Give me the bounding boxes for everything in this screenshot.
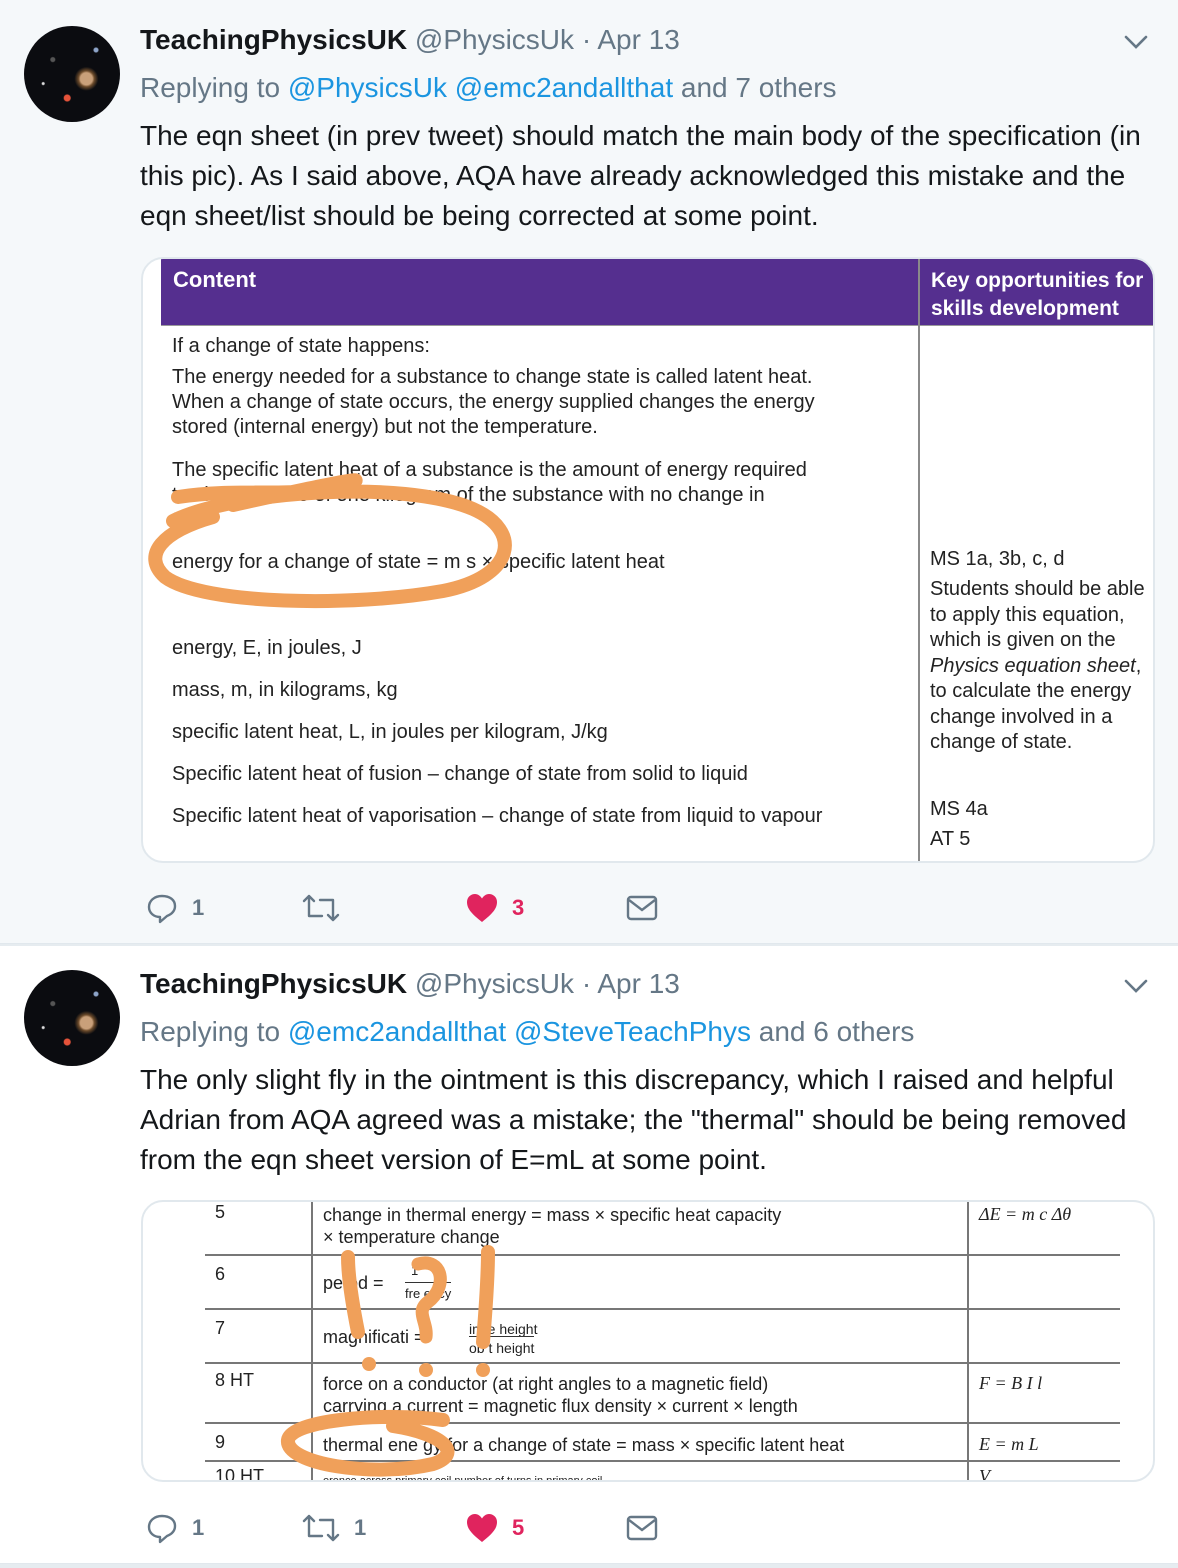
spec-line: mass, m, in kilograms, kg	[172, 679, 398, 701]
row-number: 8 HT	[215, 1370, 255, 1390]
author-handle[interactable]: @PhysicsUk	[415, 24, 574, 55]
fraction-bottom: fre ency	[405, 1282, 452, 1305]
spec-table-header: Content Key opportunities for skills dev…	[161, 259, 1153, 325]
tweet-actions: 1 3	[140, 888, 700, 928]
reply-icon	[147, 1514, 177, 1544]
tweet-date[interactable]: · Apr 13	[582, 968, 680, 999]
row-number: 10 HT	[215, 1466, 265, 1482]
avatar[interactable]	[24, 970, 120, 1066]
skills-text: MS 4a	[930, 798, 988, 820]
author-name[interactable]: TeachingPhysicsUK	[140, 968, 407, 999]
row-number: 7	[215, 1318, 226, 1338]
retweet-button[interactable]: 1	[302, 1508, 366, 1548]
reply-icon	[147, 894, 177, 924]
tweet-image[interactable]: Content Key opportunities for skills dev…	[141, 257, 1155, 863]
envelope-icon	[626, 1515, 658, 1541]
equation-text: carrying a current = magnetic flux densi…	[323, 1396, 798, 1416]
avatar[interactable]	[24, 26, 120, 122]
replying-to: Replying to @emc2andallthat @SteveTeachP…	[140, 1016, 915, 1047]
equation-text: × temperature change	[323, 1227, 500, 1247]
mention-links[interactable]: @emc2andallthat @SteveTeachPhys	[288, 1016, 751, 1047]
spec-line: specific latent heat, L, in joules per k…	[172, 721, 608, 743]
fraction-bottom: ob t height	[469, 1336, 535, 1359]
equation-text: magnificati =	[323, 1327, 425, 1347]
equation-text: force on a conductor (at right angles to…	[323, 1374, 769, 1394]
equation-formula: V	[979, 1466, 990, 1482]
spec-line: to cha the state of one kilogram of the …	[172, 484, 765, 506]
tweet-2[interactable]: TeachingPhysicsUK @PhysicsUk · Apr 13 Re…	[0, 946, 1178, 1564]
row-number: 6	[215, 1264, 226, 1284]
fraction-top: 1	[411, 1263, 419, 1278]
equation-text: erence across primary coil number of tur…	[323, 1475, 603, 1482]
envelope-icon	[626, 895, 658, 921]
chevron-down-icon[interactable]	[1122, 28, 1150, 56]
spec-line: The specific latent heat of a substance …	[172, 459, 807, 481]
retweet-button[interactable]	[302, 888, 354, 928]
tweet-actions: 1 1 5	[140, 1508, 700, 1548]
chevron-down-icon[interactable]	[1122, 972, 1150, 1000]
row-number: 9	[215, 1432, 226, 1452]
equation-formula: E = m L	[979, 1434, 1039, 1454]
tweet-image[interactable]: 5 change in thermal energy = mass × spec…	[141, 1200, 1155, 1482]
reply-button[interactable]: 1	[146, 1508, 204, 1548]
like-button[interactable]: 3	[466, 888, 524, 928]
tweet-date[interactable]: · Apr 13	[582, 24, 680, 55]
mention-links[interactable]: @PhysicsUk @emc2andallthat	[288, 72, 673, 103]
skills-text: MS 1a, 3b, c, d	[930, 548, 1065, 570]
tweet-header: TeachingPhysicsUK @PhysicsUk · Apr 13	[140, 966, 680, 1002]
equation-text: pe od =	[323, 1273, 384, 1293]
message-button[interactable]	[626, 888, 658, 928]
spec-line: Specific latent heat of fusion – change …	[172, 763, 748, 785]
retweet-icon	[302, 894, 340, 922]
reply-button[interactable]: 1	[146, 888, 204, 928]
author-handle[interactable]: @PhysicsUk	[415, 968, 574, 999]
heart-icon	[467, 894, 497, 922]
heart-icon	[467, 1514, 497, 1542]
spec-equation: energy for a change of state = m s × spe…	[172, 551, 665, 573]
spec-line: Specific latent heat of vaporisation – c…	[172, 805, 823, 827]
tweet-1[interactable]: TeachingPhysicsUK @PhysicsUk · Apr 13 Re…	[0, 0, 1178, 944]
equation-text: thermal ene gy for a change of state = m…	[323, 1435, 845, 1455]
spec-line: If a change of state happens:	[172, 335, 430, 357]
equation-formula: ΔE = m c Δθ	[979, 1204, 1072, 1224]
message-button[interactable]	[626, 1508, 658, 1548]
equation-formula: F = B I l	[979, 1373, 1043, 1393]
spec-line: energy, E, in joules, J	[172, 637, 362, 659]
spec-line: stored (internal energy) but not the tem…	[172, 416, 598, 438]
author-name[interactable]: TeachingPhysicsUK	[140, 24, 407, 55]
spec-line: The energy needed for a substance to cha…	[172, 366, 813, 388]
tweet-text: The only slight fly in the ointment is t…	[140, 1064, 1127, 1175]
tweet-header: TeachingPhysicsUK @PhysicsUk · Apr 13	[140, 22, 680, 58]
replying-to: Replying to @PhysicsUk @emc2andallthat a…	[140, 72, 837, 103]
skills-text: Students should be able to apply this eq…	[930, 578, 1145, 753]
row-number: 5	[215, 1202, 226, 1222]
spec-line: When a change of state occurs, the energ…	[172, 391, 815, 413]
retweet-icon	[302, 1514, 340, 1542]
tweet-text: The eqn sheet (in prev tweet) should mat…	[140, 120, 1141, 231]
skills-text: AT 5	[930, 828, 971, 850]
spec-line: te	[172, 509, 189, 531]
like-button[interactable]: 5	[466, 1508, 524, 1548]
equation-text: change in thermal energy = mass × specif…	[323, 1205, 782, 1225]
